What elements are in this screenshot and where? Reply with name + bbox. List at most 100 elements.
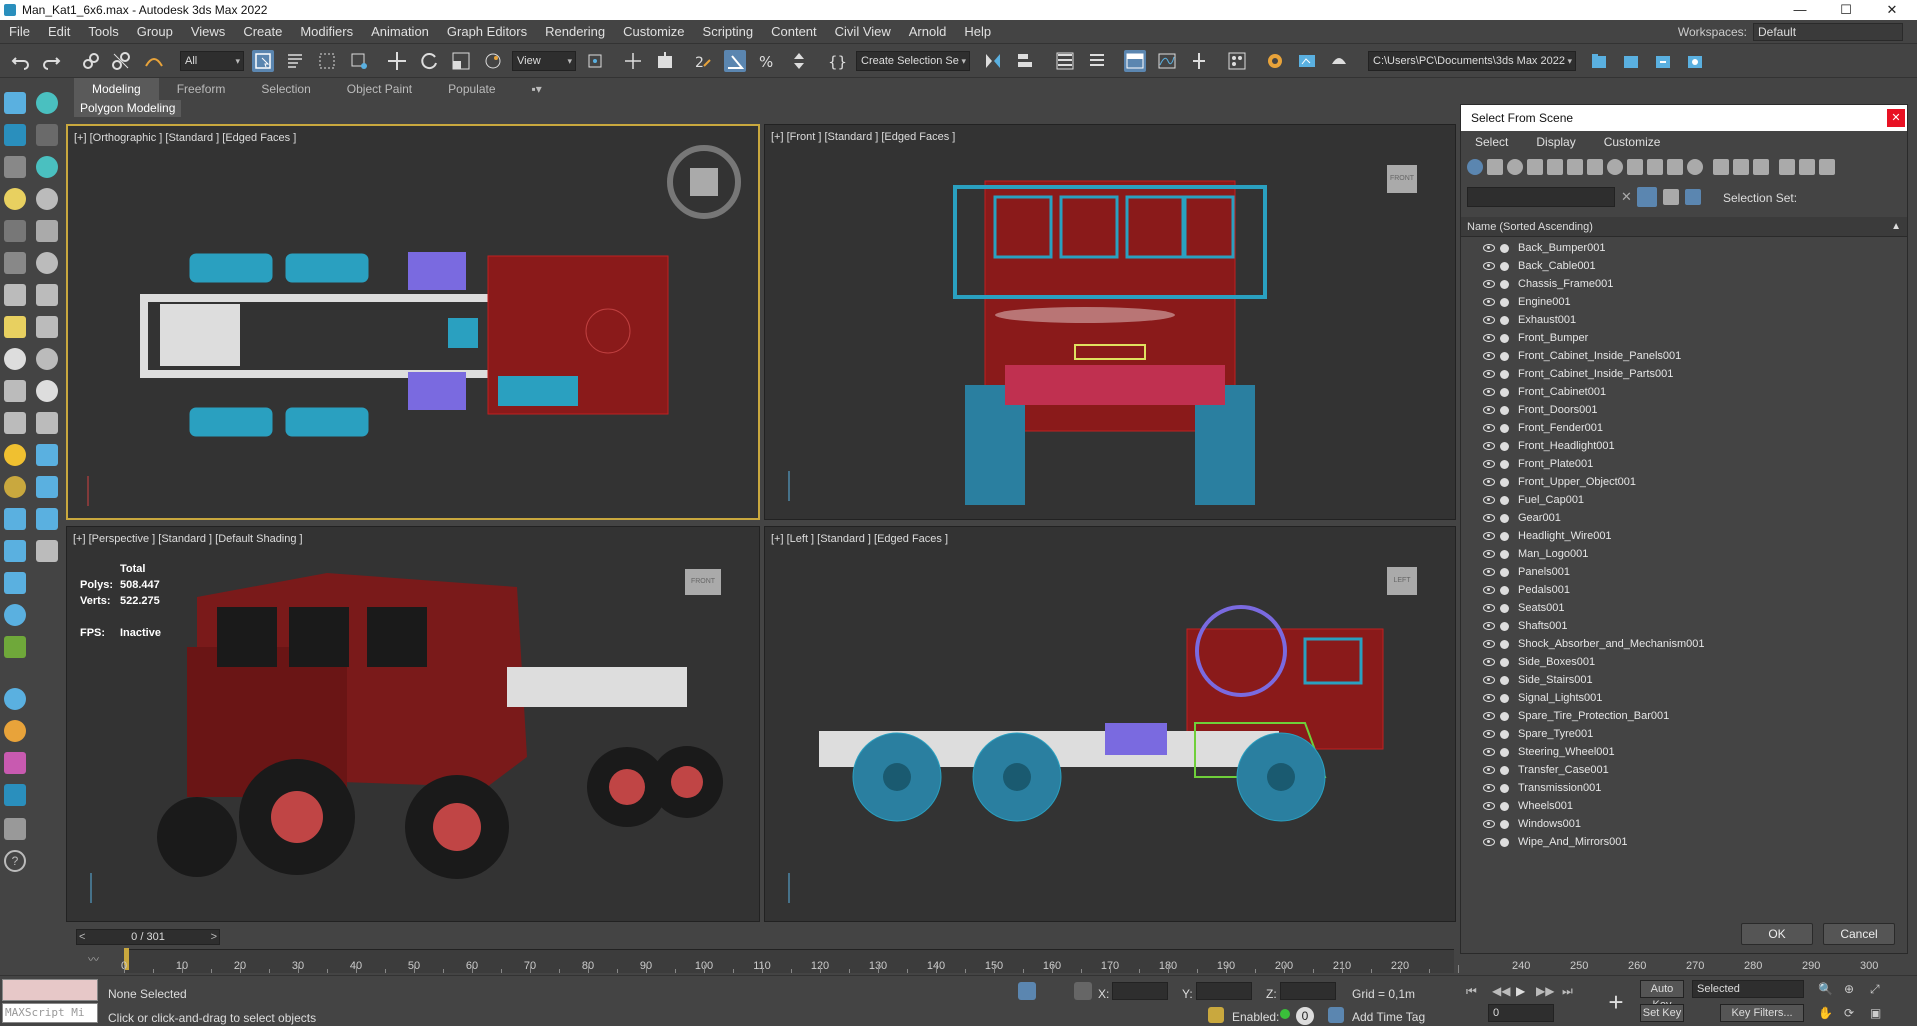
list-item[interactable]: Headlight_Wire001 [1461, 527, 1907, 545]
list-item[interactable]: Signal_Lights001 [1461, 689, 1907, 707]
visibility-eye-icon[interactable] [1483, 604, 1495, 612]
visibility-eye-icon[interactable] [1483, 352, 1495, 360]
list-item[interactable]: Back_Cable001 [1461, 257, 1907, 275]
cameras-filter-icon[interactable] [1527, 159, 1543, 175]
scale-icon[interactable] [450, 50, 472, 72]
list-item[interactable]: Spare_Tyre001 [1461, 725, 1907, 743]
menu-scripting[interactable]: Scripting [694, 20, 763, 44]
list-item[interactable]: Windows001 [1461, 815, 1907, 833]
create-geometry-icon[interactable] [4, 92, 26, 114]
list-item[interactable]: Wheels001 [1461, 797, 1907, 815]
systems-icon[interactable] [36, 252, 58, 274]
torus-icon[interactable] [36, 348, 58, 370]
scene-explorer-icon[interactable] [1086, 50, 1108, 72]
mirror-icon[interactable] [982, 50, 1004, 72]
sphere-icon[interactable] [4, 348, 26, 370]
container-icon[interactable] [4, 818, 26, 840]
auto-key-button[interactable]: Auto Key [1640, 980, 1684, 1011]
cone-icon[interactable] [36, 316, 58, 338]
time-tag-icon[interactable] [1328, 1007, 1344, 1023]
visibility-eye-icon[interactable] [1483, 424, 1495, 432]
tab-modeling[interactable]: Modeling [74, 78, 159, 100]
list-item[interactable]: Front_Upper_Object001 [1461, 473, 1907, 491]
cube-icon[interactable] [1819, 159, 1835, 175]
ribbon-options-icon[interactable]: ▪▾ [514, 78, 560, 100]
plane-icon[interactable] [4, 316, 26, 338]
undo-icon[interactable] [10, 50, 32, 72]
rendered-frame-window-icon[interactable] [1296, 50, 1318, 72]
filter-icon[interactable] [1799, 159, 1815, 175]
paint-icon[interactable] [4, 540, 26, 562]
lock-icon[interactable] [1208, 1007, 1224, 1023]
viewport-orthographic[interactable]: [+] [Orthographic ] [Standard ] [Edged F… [66, 124, 760, 520]
list-item[interactable]: Front_Cabinet_Inside_Panels001 [1461, 347, 1907, 365]
menu-views[interactable]: Views [182, 20, 234, 44]
list-item[interactable]: Transmission001 [1461, 779, 1907, 797]
select-object-icon[interactable] [252, 50, 274, 72]
visibility-eye-icon[interactable] [1483, 622, 1495, 630]
menu-rendering[interactable]: Rendering [536, 20, 614, 44]
lights-filter-icon[interactable] [1507, 159, 1523, 175]
shapes-icon[interactable] [36, 92, 58, 114]
list-item[interactable]: Back_Bumper001 [1461, 239, 1907, 257]
cylinder-icon[interactable] [36, 284, 58, 306]
selection-set-icon[interactable] [1685, 189, 1701, 205]
spacewarps-filter-icon[interactable] [1567, 159, 1583, 175]
list-item[interactable]: Side_Stairs001 [1461, 671, 1907, 689]
list-item[interactable]: Front_Headlight001 [1461, 437, 1907, 455]
list-item[interactable]: Side_Boxes001 [1461, 653, 1907, 671]
list-item[interactable]: Exhaust001 [1461, 311, 1907, 329]
visibility-eye-icon[interactable] [1483, 694, 1495, 702]
next-key-icon[interactable]: ▶▶ [1536, 984, 1554, 998]
box-icon[interactable] [4, 284, 26, 306]
maximize-viewport-icon[interactable]: ⤢ [1870, 982, 1880, 997]
visibility-eye-icon[interactable] [1483, 550, 1495, 558]
clear-search-icon[interactable]: ✕ [1621, 189, 1632, 205]
render-setup-icon[interactable] [1264, 50, 1286, 72]
isolate-selection-icon[interactable] [1018, 982, 1036, 1000]
project-folder-dropdown[interactable]: C:\Users\PC\Documents\3ds Max 2022 [1368, 51, 1576, 71]
list-item[interactable]: Wipe_And_Mirrors001 [1461, 833, 1907, 851]
open-folder-icon[interactable] [1620, 50, 1642, 72]
geosphere-icon[interactable] [36, 380, 58, 402]
list-item[interactable]: Front_Cabinet_Inside_Parts001 [1461, 365, 1907, 383]
list-item[interactable]: Front_Cabinet001 [1461, 383, 1907, 401]
viewport-perspective[interactable]: [+] [Perspective ] [Standard ] [Default … [66, 526, 760, 922]
visibility-eye-icon[interactable] [1483, 568, 1495, 576]
link-icon[interactable] [80, 50, 102, 72]
grid-icon[interactable] [36, 508, 58, 530]
spinner-snap-icon[interactable] [788, 50, 810, 72]
menu-animation[interactable]: Animation [362, 20, 438, 44]
current-frame-field[interactable]: 0 [1488, 1004, 1554, 1022]
layer-explorer-icon[interactable] [1054, 50, 1076, 72]
hierarchy-icon[interactable] [36, 124, 58, 146]
redo-icon[interactable] [40, 50, 62, 72]
visibility-eye-icon[interactable] [1483, 478, 1495, 486]
visibility-eye-icon[interactable] [1483, 496, 1495, 504]
menu-graph-editors[interactable]: Graph Editors [438, 20, 536, 44]
save-folder-icon[interactable] [1652, 50, 1674, 72]
goto-end-icon[interactable]: ⏭ [1562, 984, 1573, 999]
viewport-icon[interactable] [36, 444, 58, 466]
list-item[interactable]: Panels001 [1461, 563, 1907, 581]
frozen-filter-icon[interactable] [1667, 159, 1683, 175]
set-key-plus-icon[interactable]: + [1602, 988, 1630, 1016]
containers-filter-icon[interactable] [1647, 159, 1663, 175]
field-of-view-icon[interactable]: ▣ [1870, 1006, 1881, 1020]
polygon-modeling-panel[interactable]: Polygon Modeling [74, 100, 182, 117]
tab-freeform[interactable]: Freeform [159, 78, 244, 100]
visibility-eye-icon[interactable] [1483, 442, 1495, 450]
prev-frame-icon[interactable]: < [79, 930, 85, 944]
spacewarps-icon[interactable] [4, 252, 26, 274]
list-item[interactable]: Pedals001 [1461, 581, 1907, 599]
tube-icon[interactable] [36, 412, 58, 434]
render-icon[interactable] [36, 476, 58, 498]
modify-icon[interactable] [4, 124, 26, 146]
visibility-eye-icon[interactable] [1483, 370, 1495, 378]
list-item[interactable]: Front_Doors001 [1461, 401, 1907, 419]
cancel-button[interactable]: Cancel [1823, 923, 1895, 945]
reference-coordinate-dropdown[interactable]: View [512, 51, 576, 71]
list-item[interactable]: Front_Plate001 [1461, 455, 1907, 473]
visibility-eye-icon[interactable] [1483, 280, 1495, 288]
invert-display-icon[interactable] [1753, 159, 1769, 175]
